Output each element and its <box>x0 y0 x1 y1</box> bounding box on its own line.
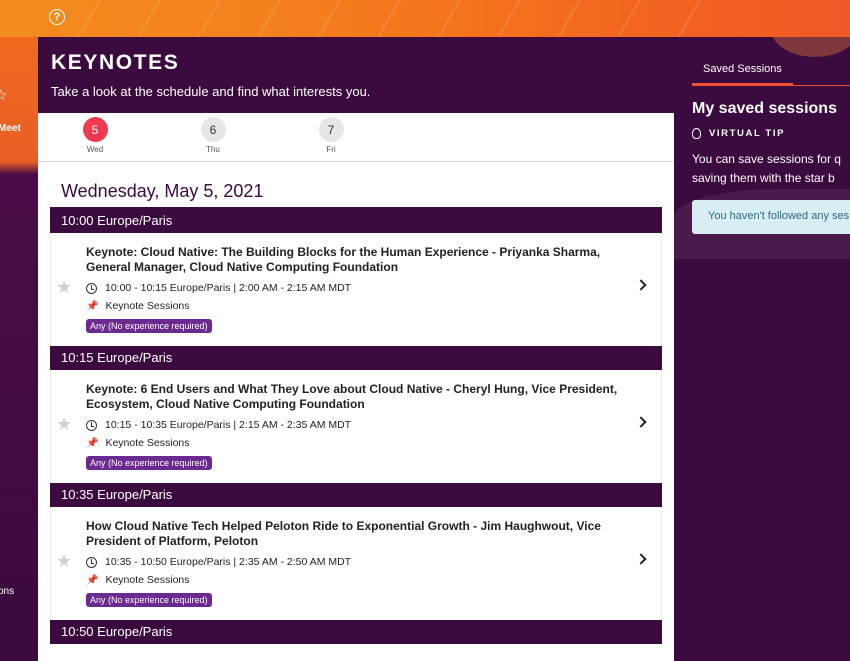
clock-icon <box>86 419 97 431</box>
left-nav-sessions[interactable]: ons <box>0 586 14 597</box>
favorite-star-icon[interactable]: ★ <box>56 551 72 572</box>
pin-icon: 📌 <box>86 574 99 586</box>
pin-icon: 📌 <box>86 437 99 449</box>
session-time: 10:15 - 10:35 Europe/Paris | 2:15 AM - 2… <box>86 419 351 431</box>
session-title[interactable]: Keynote: 6 End Users and What They Love … <box>86 382 641 412</box>
day-label: Thu <box>206 145 220 154</box>
session-time: 10:35 - 10:50 Europe/Paris | 2:35 AM - 2… <box>86 556 351 568</box>
experience-badge: Any (No experience required) <box>86 456 212 470</box>
session-track: 📌 Keynote Sessions <box>86 300 190 312</box>
tab-underline <box>692 85 850 86</box>
chevron-right-icon[interactable] <box>635 553 647 565</box>
session-card[interactable]: ★ Keynote: 6 End Users and What They Lov… <box>50 370 662 483</box>
saved-sessions-heading: My saved sessions <box>692 100 837 117</box>
help-icon[interactable]: ? <box>49 9 65 25</box>
experience-badge: Any (No experience required) <box>86 593 212 607</box>
session-track: 📌 Keynote Sessions <box>86 437 190 449</box>
tip-text-line: saving them with the star b <box>692 171 835 185</box>
left-nav-meet[interactable]: Meet <box>0 123 21 134</box>
tip-text-line: You can save sessions for q <box>692 152 841 166</box>
experience-badge: Any (No experience required) <box>86 319 212 333</box>
session-time-text: 10:35 - 10:50 Europe/Paris | 2:35 AM - 2… <box>105 556 352 568</box>
schedule-header: KEYNOTES Take a look at the schedule and… <box>38 37 674 113</box>
no-sessions-notice: You haven't followed any ses <box>692 200 850 234</box>
date-heading: Wednesday, May 5, 2021 <box>61 181 264 201</box>
day-tab-thu[interactable]: 6 Thu <box>193 117 233 154</box>
lightbulb-icon <box>692 128 701 139</box>
clock-icon <box>86 282 97 294</box>
day-label: Fri <box>326 145 336 154</box>
day-label: Wed <box>86 145 104 154</box>
day-number: 5 <box>82 117 108 142</box>
time-slot-header: 10:50 Europe/Paris <box>50 618 662 644</box>
session-time-text: 10:00 - 10:15 Europe/Paris | 2:00 AM - 2… <box>105 282 352 294</box>
session-card[interactable]: ★ Keynote: Cloud Native: The Building Bl… <box>50 233 662 346</box>
session-track-text: Keynote Sessions <box>105 300 190 312</box>
chevron-right-icon[interactable] <box>635 416 647 428</box>
time-slot-header: 10:15 Europe/Paris <box>50 344 662 370</box>
left-nav-strip: ☆ Meet ons <box>0 37 38 661</box>
virtual-tip-label: VIRTUAL TIP <box>709 128 786 139</box>
favorite-star-icon[interactable]: ★ <box>56 414 72 435</box>
page-title: KEYNOTES <box>51 51 180 74</box>
session-card[interactable]: ★ How Cloud Native Tech Helped Peloton R… <box>50 507 662 620</box>
clock-icon <box>86 556 97 568</box>
session-time: 10:00 - 10:15 Europe/Paris | 2:00 AM - 2… <box>86 282 351 294</box>
saved-sessions-panel: Saved Sessions My saved sessions VIRTUAL… <box>674 37 850 661</box>
session-track-text: Keynote Sessions <box>105 437 190 449</box>
pin-icon: 📌 <box>86 300 99 312</box>
session-track: 📌 Keynote Sessions <box>86 574 190 586</box>
session-time-text: 10:15 - 10:35 Europe/Paris | 2:15 AM - 2… <box>105 419 352 431</box>
favorite-star-icon[interactable]: ★ <box>56 277 72 298</box>
tip-text: You can save sessions for q saving them … <box>692 150 841 188</box>
session-track-text: Keynote Sessions <box>105 574 190 586</box>
time-slot-header: 10:00 Europe/Paris <box>50 207 662 233</box>
day-tab-fri[interactable]: 7 Fri <box>311 117 351 154</box>
day-number: 7 <box>318 117 344 142</box>
time-slot-header: 10:35 Europe/Paris <box>50 481 662 507</box>
star-icon[interactable]: ☆ <box>0 86 7 104</box>
chevron-right-icon[interactable] <box>635 279 647 291</box>
session-title[interactable]: Keynote: Cloud Native: The Building Bloc… <box>86 245 641 275</box>
tab-saved-sessions[interactable]: Saved Sessions <box>692 63 793 85</box>
panel-glow <box>770 37 850 57</box>
top-banner: ? <box>0 0 850 37</box>
virtual-tip: VIRTUAL TIP <box>692 128 785 139</box>
day-tab-wed[interactable]: 5 Wed <box>75 117 115 154</box>
page-subtitle: Take a look at the schedule and find wha… <box>51 84 371 99</box>
day-number: 6 <box>200 117 226 142</box>
session-title[interactable]: How Cloud Native Tech Helped Peloton Rid… <box>86 519 641 549</box>
schedule-panel: KEYNOTES Take a look at the schedule and… <box>38 37 674 661</box>
day-tabs: 5 Wed 6 Thu 7 Fri <box>38 113 674 162</box>
